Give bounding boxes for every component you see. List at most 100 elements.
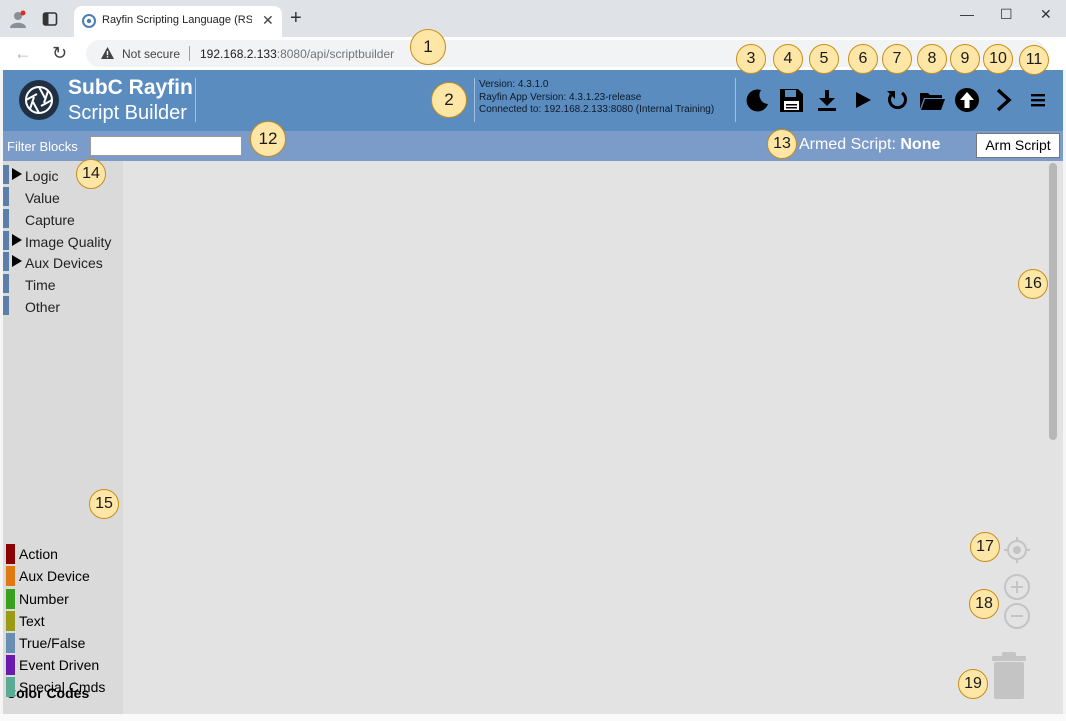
version-info: Version: 4.3.1.0 Rayfin App Version: 4.3… <box>479 79 714 117</box>
callout-10: 10 <box>983 44 1013 74</box>
filter-blocks-label: Filter Blocks <box>7 139 78 154</box>
category-label: Image Quality <box>25 234 112 250</box>
callout-11: 11 <box>1019 45 1049 75</box>
version-text: Version: 4.3.1.0 <box>479 79 549 90</box>
download-icon[interactable] <box>813 86 841 114</box>
color-code-special-cmds: Special Cmds <box>6 677 124 697</box>
color-code-label: Aux Device <box>19 568 90 584</box>
color-swatch <box>6 544 15 564</box>
callout-13: 13 <box>767 129 797 159</box>
trash-icon[interactable] <box>990 650 1028 700</box>
callout-12: 12 <box>250 121 286 157</box>
callout-7: 7 <box>882 44 912 74</box>
color-code-label: True/False <box>19 635 86 651</box>
color-code-true-false: True/False <box>6 633 124 653</box>
menu-icon[interactable] <box>1024 86 1052 114</box>
rayfin-logo-icon <box>19 80 59 120</box>
new-tab-button[interactable]: + <box>290 8 302 28</box>
color-swatch <box>6 677 15 697</box>
callout-6: 6 <box>848 44 878 74</box>
tab-title: Rayfin Scripting Language (RSL) - <box>102 14 252 26</box>
color-code-label: Special Cmds <box>19 679 106 695</box>
minimize-button[interactable]: — <box>960 6 974 22</box>
armed-script-label: Armed Script: <box>799 136 896 153</box>
color-code-number: Number <box>6 589 124 609</box>
expand-arrow-icon[interactable] <box>12 168 22 180</box>
folder-icon[interactable] <box>918 86 946 114</box>
category-label: Logic <box>25 168 59 184</box>
filter-bar: Filter Blocks Armed Script: None Arm Scr… <box>3 131 1063 161</box>
chevron-right-icon[interactable] <box>989 86 1017 114</box>
color-code-label: Event Driven <box>19 657 100 673</box>
color-code-label: Text <box>19 613 45 629</box>
zoom-in-icon[interactable] <box>1003 573 1031 601</box>
category-capture[interactable]: Capture <box>3 209 123 228</box>
brand-subtitle: Script Builder <box>68 102 187 124</box>
category-value[interactable]: Value <box>3 187 123 206</box>
category-color-bar <box>3 296 9 315</box>
callout-16: 16 <box>1018 269 1048 299</box>
armed-script-value: None <box>900 136 941 153</box>
expand-arrow-icon[interactable] <box>12 255 22 267</box>
target-icon[interactable] <box>1003 536 1031 564</box>
app-version-text: Rayfin App Version: 4.3.1.23-release <box>479 91 642 103</box>
color-code-aux-device: Aux Device <box>6 566 124 586</box>
category-color-bar <box>3 209 9 228</box>
script-workspace[interactable] <box>123 161 1063 714</box>
address-divider <box>189 46 190 61</box>
color-code-action: Action <box>6 544 124 564</box>
color-swatch <box>6 566 15 586</box>
filter-blocks-input[interactable] <box>90 136 242 156</box>
upload-icon[interactable] <box>953 86 981 114</box>
category-color-bar <box>3 252 9 271</box>
tab-actions-icon[interactable] <box>42 11 58 27</box>
color-swatch <box>6 633 15 653</box>
refresh-icon[interactable] <box>883 86 911 114</box>
profile-icon[interactable] <box>9 10 27 28</box>
category-image-quality[interactable]: Image Quality <box>3 231 123 250</box>
maximize-button[interactable]: ☐ <box>1000 6 1013 23</box>
category-color-bar <box>3 187 9 206</box>
callout-9: 9 <box>950 44 980 74</box>
save-icon[interactable] <box>777 86 805 114</box>
url-text[interactable]: 192.168.2.133:8080/api/scriptbuilder <box>200 47 394 61</box>
callout-5: 5 <box>809 44 839 74</box>
category-time[interactable]: Time <box>3 274 123 293</box>
arm-script-button[interactable]: Arm Script <box>976 133 1060 158</box>
category-label: Aux Devices <box>25 255 103 271</box>
category-other[interactable]: Other <box>3 296 123 315</box>
reload-button[interactable]: ↻ <box>52 43 67 63</box>
url-host: 192.168.2.133 <box>200 47 277 61</box>
callout-2: 2 <box>431 82 467 118</box>
color-swatch <box>6 611 15 631</box>
not-secure-label[interactable]: Not secure <box>122 47 180 61</box>
callout-18: 18 <box>969 589 999 619</box>
category-label: Time <box>25 277 56 293</box>
color-code-label: Number <box>19 591 69 607</box>
brand-title: SubC Rayfin <box>68 76 193 99</box>
workspace-scrollbar[interactable] <box>1049 163 1057 440</box>
callout-1: 1 <box>410 29 446 65</box>
color-code-text: Text <box>6 611 124 631</box>
armed-script-status: Armed Script: None <box>799 136 940 154</box>
color-code-event-driven: Event Driven <box>6 655 124 675</box>
callout-15: 15 <box>89 489 119 519</box>
color-code-label: Action <box>19 546 58 562</box>
callout-4: 4 <box>773 44 803 74</box>
callout-8: 8 <box>917 44 947 74</box>
block-categories-sidebar: Logic Value Capture Image Quality Aux De… <box>3 161 123 714</box>
app-header: SubC Rayfin Script Builder Version: 4.3.… <box>3 70 1063 131</box>
icons-divider <box>735 78 736 122</box>
browser-tab[interactable]: Rayfin Scripting Language (RSL) - ✕ <box>74 6 282 37</box>
moon-icon[interactable] <box>744 86 772 114</box>
close-window-button[interactable]: ✕ <box>1040 6 1052 23</box>
zoom-out-icon[interactable] <box>1003 602 1031 630</box>
warning-icon[interactable] <box>100 46 115 60</box>
color-swatch <box>6 589 15 609</box>
play-icon[interactable] <box>849 86 877 114</box>
category-aux-devices[interactable]: Aux Devices <box>3 252 123 271</box>
tab-close-icon[interactable]: ✕ <box>262 12 274 29</box>
url-path: :8080/api/scriptbuilder <box>276 47 395 61</box>
expand-arrow-icon[interactable] <box>12 234 22 246</box>
back-button[interactable]: ← <box>14 43 32 63</box>
